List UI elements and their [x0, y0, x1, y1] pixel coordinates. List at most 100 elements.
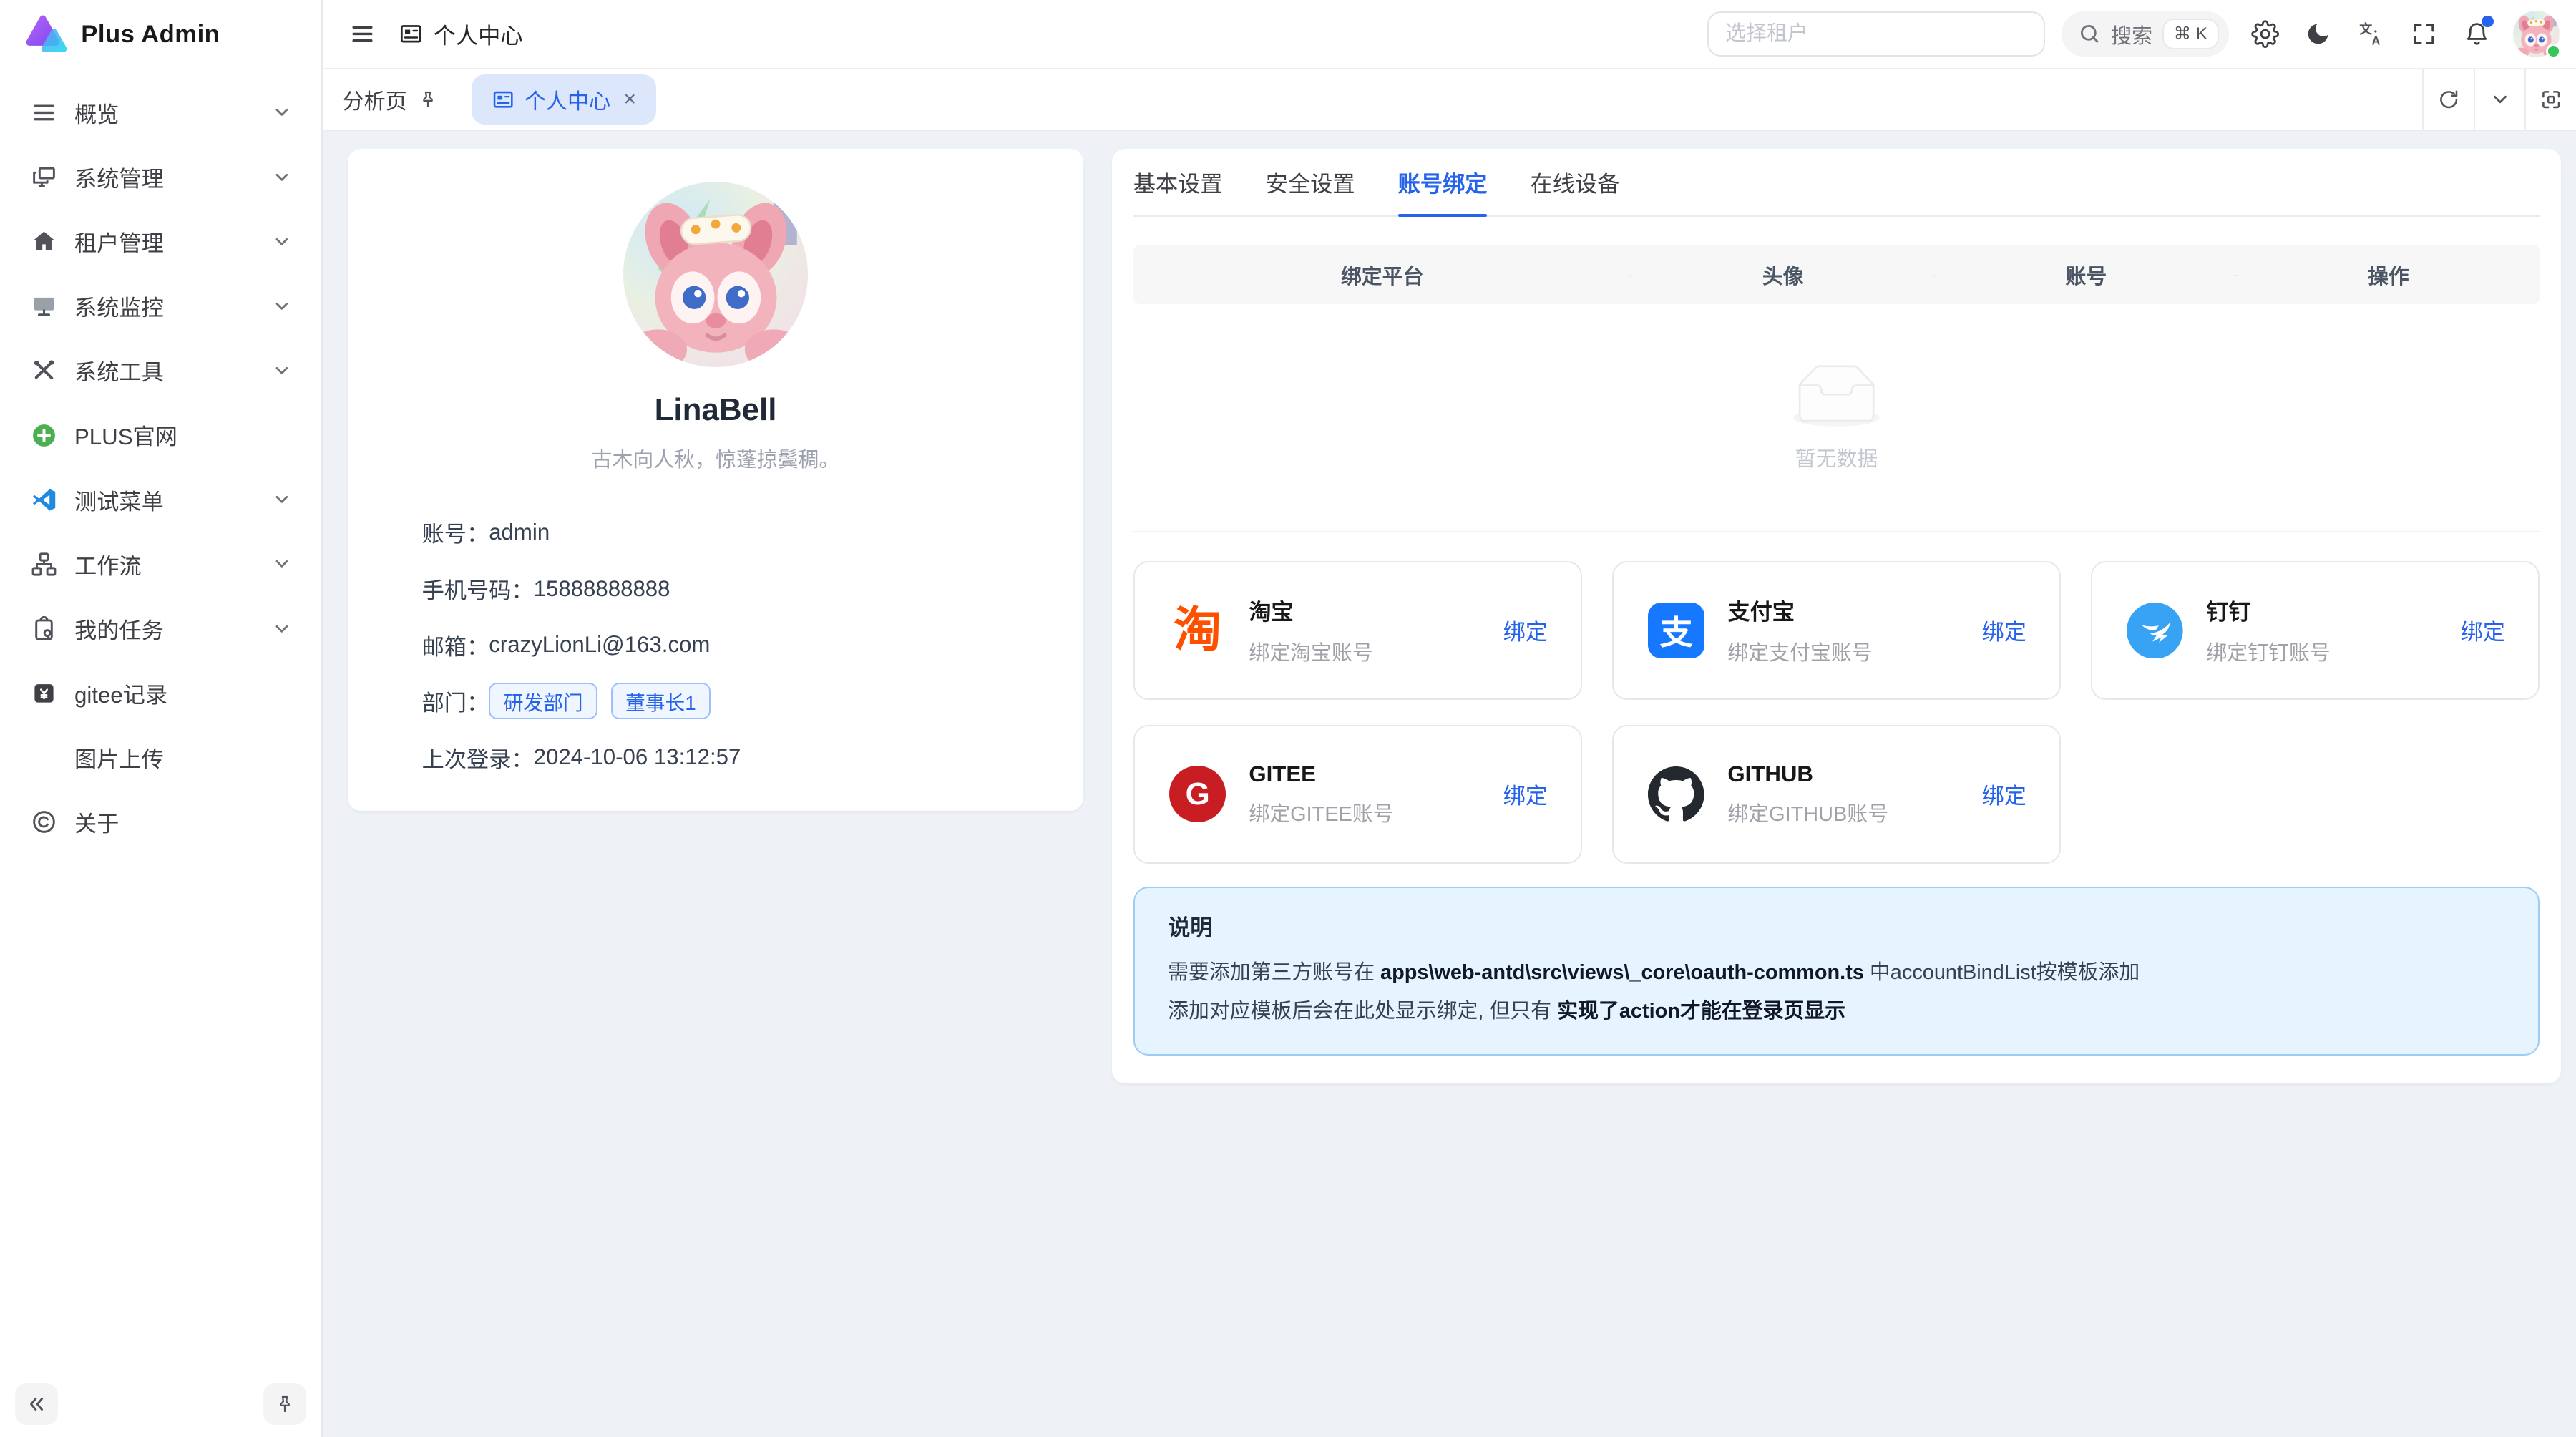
- chevron-down-icon: [272, 361, 292, 381]
- breadcrumb[interactable]: 个人中心: [399, 18, 522, 50]
- note-title: 说明: [1168, 910, 2505, 942]
- profile-fields: 账号：admin 手机号码：15888888888 邮箱：crazyLionLi…: [422, 515, 1084, 776]
- plus-circle-icon: [30, 421, 58, 449]
- note-line-2: 添加对应模板后会在此处显示绑定, 但只有 实现了action才能在登录页显示: [1168, 995, 2505, 1028]
- search-icon: [2078, 22, 2101, 45]
- platform-card-gitee: G GITEE 绑定GITEE账号 绑定: [1133, 725, 1582, 864]
- header: 个人中心 搜索 ⌘ K 文A: [323, 0, 2576, 69]
- field-email: 邮箱：crazyLionLi@163.com: [422, 627, 1084, 663]
- sidebar: Plus Admin 概览 系统管理 租户管理 系统监控: [0, 0, 323, 1437]
- platform-cards: 淘 淘宝 绑定淘宝账号 绑定 支 支付宝 绑定支付宝账号 绑定: [1133, 561, 2540, 864]
- gitee-icon: G: [1168, 764, 1227, 824]
- profile-card-icon: [399, 21, 424, 47]
- binding-table-header: 绑定平台 头像 账号 操作: [1133, 245, 2540, 304]
- clipboard-icon: [30, 615, 58, 643]
- sidebar-item-test-menu[interactable]: 测试菜单: [13, 472, 308, 528]
- profile-card: LinaBell 古木向人秋，惊蓬掠鬓稠。 账号：admin 手机号码：1588…: [348, 149, 1084, 811]
- chevron-down-icon: [272, 554, 292, 574]
- bind-taobao-link[interactable]: 绑定: [1503, 614, 1548, 646]
- moon-icon: [2305, 21, 2331, 47]
- fullscreen-button[interactable]: [2401, 11, 2447, 57]
- pin-icon[interactable]: [417, 89, 439, 110]
- tab-profile-label: 个人中心: [525, 84, 610, 115]
- settings-tabs: 基本设置 安全设置 账号绑定 在线设备: [1133, 149, 2540, 217]
- settings-button[interactable]: [2242, 11, 2288, 57]
- tab-menu-button[interactable]: [2474, 69, 2525, 130]
- close-tab-icon[interactable]: ×: [624, 87, 637, 112]
- bind-gitee-link[interactable]: 绑定: [1503, 778, 1548, 810]
- sidebar-item-workflow[interactable]: 工作流: [13, 536, 308, 593]
- search-shortcut-badge: ⌘ K: [2162, 19, 2219, 49]
- settings-panel: 基本设置 安全设置 账号绑定 在线设备 绑定平台 头像 账号 操作: [1112, 149, 2561, 1083]
- bind-alipay-link[interactable]: 绑定: [1982, 614, 2026, 646]
- sidebar-item-image-upload[interactable]: 图片上传: [13, 729, 308, 786]
- pin-sidebar-button[interactable]: [263, 1383, 306, 1425]
- app-window: Plus Admin 概览 系统管理 租户管理 系统监控: [0, 0, 2576, 1437]
- online-status-dot: [2546, 44, 2561, 59]
- sitemap-icon: [30, 550, 58, 578]
- header-actions: 文A: [2242, 11, 2500, 57]
- notifications-button[interactable]: [2454, 11, 2500, 57]
- sidebar-item-gitee-log[interactable]: gitee记录: [13, 665, 308, 721]
- tab-analysis-label: 分析页: [343, 84, 407, 115]
- home-icon: [30, 228, 58, 255]
- dingtalk-icon: [2125, 600, 2185, 660]
- toggle-sidebar-button[interactable]: [339, 11, 386, 57]
- tab-profile-center[interactable]: 个人中心 ×: [472, 74, 656, 124]
- platform-card-github: GITHUB 绑定GITHUB账号 绑定: [1612, 725, 2061, 864]
- user-avatar[interactable]: [2513, 11, 2560, 57]
- sidebar-item-system-management[interactable]: 系统管理: [13, 149, 308, 205]
- search-label: 搜索: [2111, 19, 2152, 49]
- sidebar-item-system-tools[interactable]: 系统工具: [13, 343, 308, 399]
- profile-name: LinaBell: [348, 392, 1084, 428]
- svg-text:文: 文: [2359, 21, 2373, 36]
- tab-online-devices[interactable]: 在线设备: [1531, 149, 1620, 215]
- tab-basic-settings[interactable]: 基本设置: [1133, 149, 1223, 215]
- tab-analysis[interactable]: 分析页: [323, 69, 459, 130]
- platform-card-dingtalk: 钉钉 绑定钉钉账号 绑定: [2091, 561, 2540, 700]
- department-tag: 董事长1: [611, 683, 711, 719]
- tab-security-settings[interactable]: 安全设置: [1266, 149, 1355, 215]
- department-tag: 研发部门: [489, 683, 597, 719]
- logo-icon: [23, 12, 67, 57]
- app-logo[interactable]: Plus Admin: [0, 0, 321, 69]
- refresh-tab-button[interactable]: [2422, 69, 2474, 130]
- menu-icon: [30, 99, 58, 127]
- sidebar-item-plus-site[interactable]: PLUS官网: [13, 407, 308, 464]
- bind-github-link[interactable]: 绑定: [1982, 778, 2026, 810]
- github-icon: [1646, 764, 1706, 824]
- global-search-button[interactable]: 搜索 ⌘ K: [2062, 11, 2229, 56]
- sidebar-footer: [0, 1371, 321, 1437]
- platform-card-taobao: 淘 淘宝 绑定淘宝账号 绑定: [1133, 561, 1582, 700]
- svg-text:A: A: [2371, 34, 2380, 47]
- profile-motto: 古木向人秋，惊蓬掠鬓稠。: [348, 443, 1084, 473]
- taobao-icon: 淘: [1168, 600, 1227, 660]
- tabbar-controls: [2422, 69, 2576, 130]
- chevron-down-icon: [272, 167, 292, 187]
- tab-account-binding[interactable]: 账号绑定: [1398, 149, 1488, 215]
- screens-icon: [30, 163, 58, 191]
- sidebar-item-system-monitor[interactable]: 系统监控: [13, 278, 308, 334]
- tenant-select-input[interactable]: [1707, 11, 2045, 56]
- collapse-sidebar-button[interactable]: [15, 1383, 58, 1425]
- maximize-content-button[interactable]: [2524, 69, 2576, 130]
- profile-avatar: [623, 182, 809, 367]
- chevron-down-icon: [272, 232, 292, 252]
- sidebar-item-overview[interactable]: 概览: [13, 84, 308, 141]
- dark-mode-button[interactable]: [2295, 11, 2341, 57]
- bind-dingtalk-link[interactable]: 绑定: [2461, 614, 2505, 646]
- sidebar-item-my-tasks[interactable]: 我的任务: [13, 600, 308, 657]
- tabs-bar: 分析页 个人中心 ×: [323, 69, 2576, 131]
- sidebar-item-tenant-management[interactable]: 租户管理: [13, 213, 308, 270]
- field-last-login: 上次登录：2024-10-06 13:12:57: [422, 739, 1084, 776]
- chevron-down-icon: [272, 102, 292, 122]
- field-department: 部门： 研发部门 董事长1: [422, 683, 1084, 719]
- gear-icon: [2251, 20, 2279, 48]
- notification-badge: [2482, 16, 2493, 27]
- chevron-down-icon: [272, 489, 292, 510]
- hamburger-icon: [349, 21, 376, 47]
- chevron-down-icon: [272, 619, 292, 639]
- language-button[interactable]: 文A: [2348, 11, 2394, 57]
- sidebar-item-about[interactable]: 关于: [13, 794, 308, 851]
- main-content: LinaBell 古木向人秋，惊蓬掠鬓稠。 账号：admin 手机号码：1588…: [323, 131, 2576, 1437]
